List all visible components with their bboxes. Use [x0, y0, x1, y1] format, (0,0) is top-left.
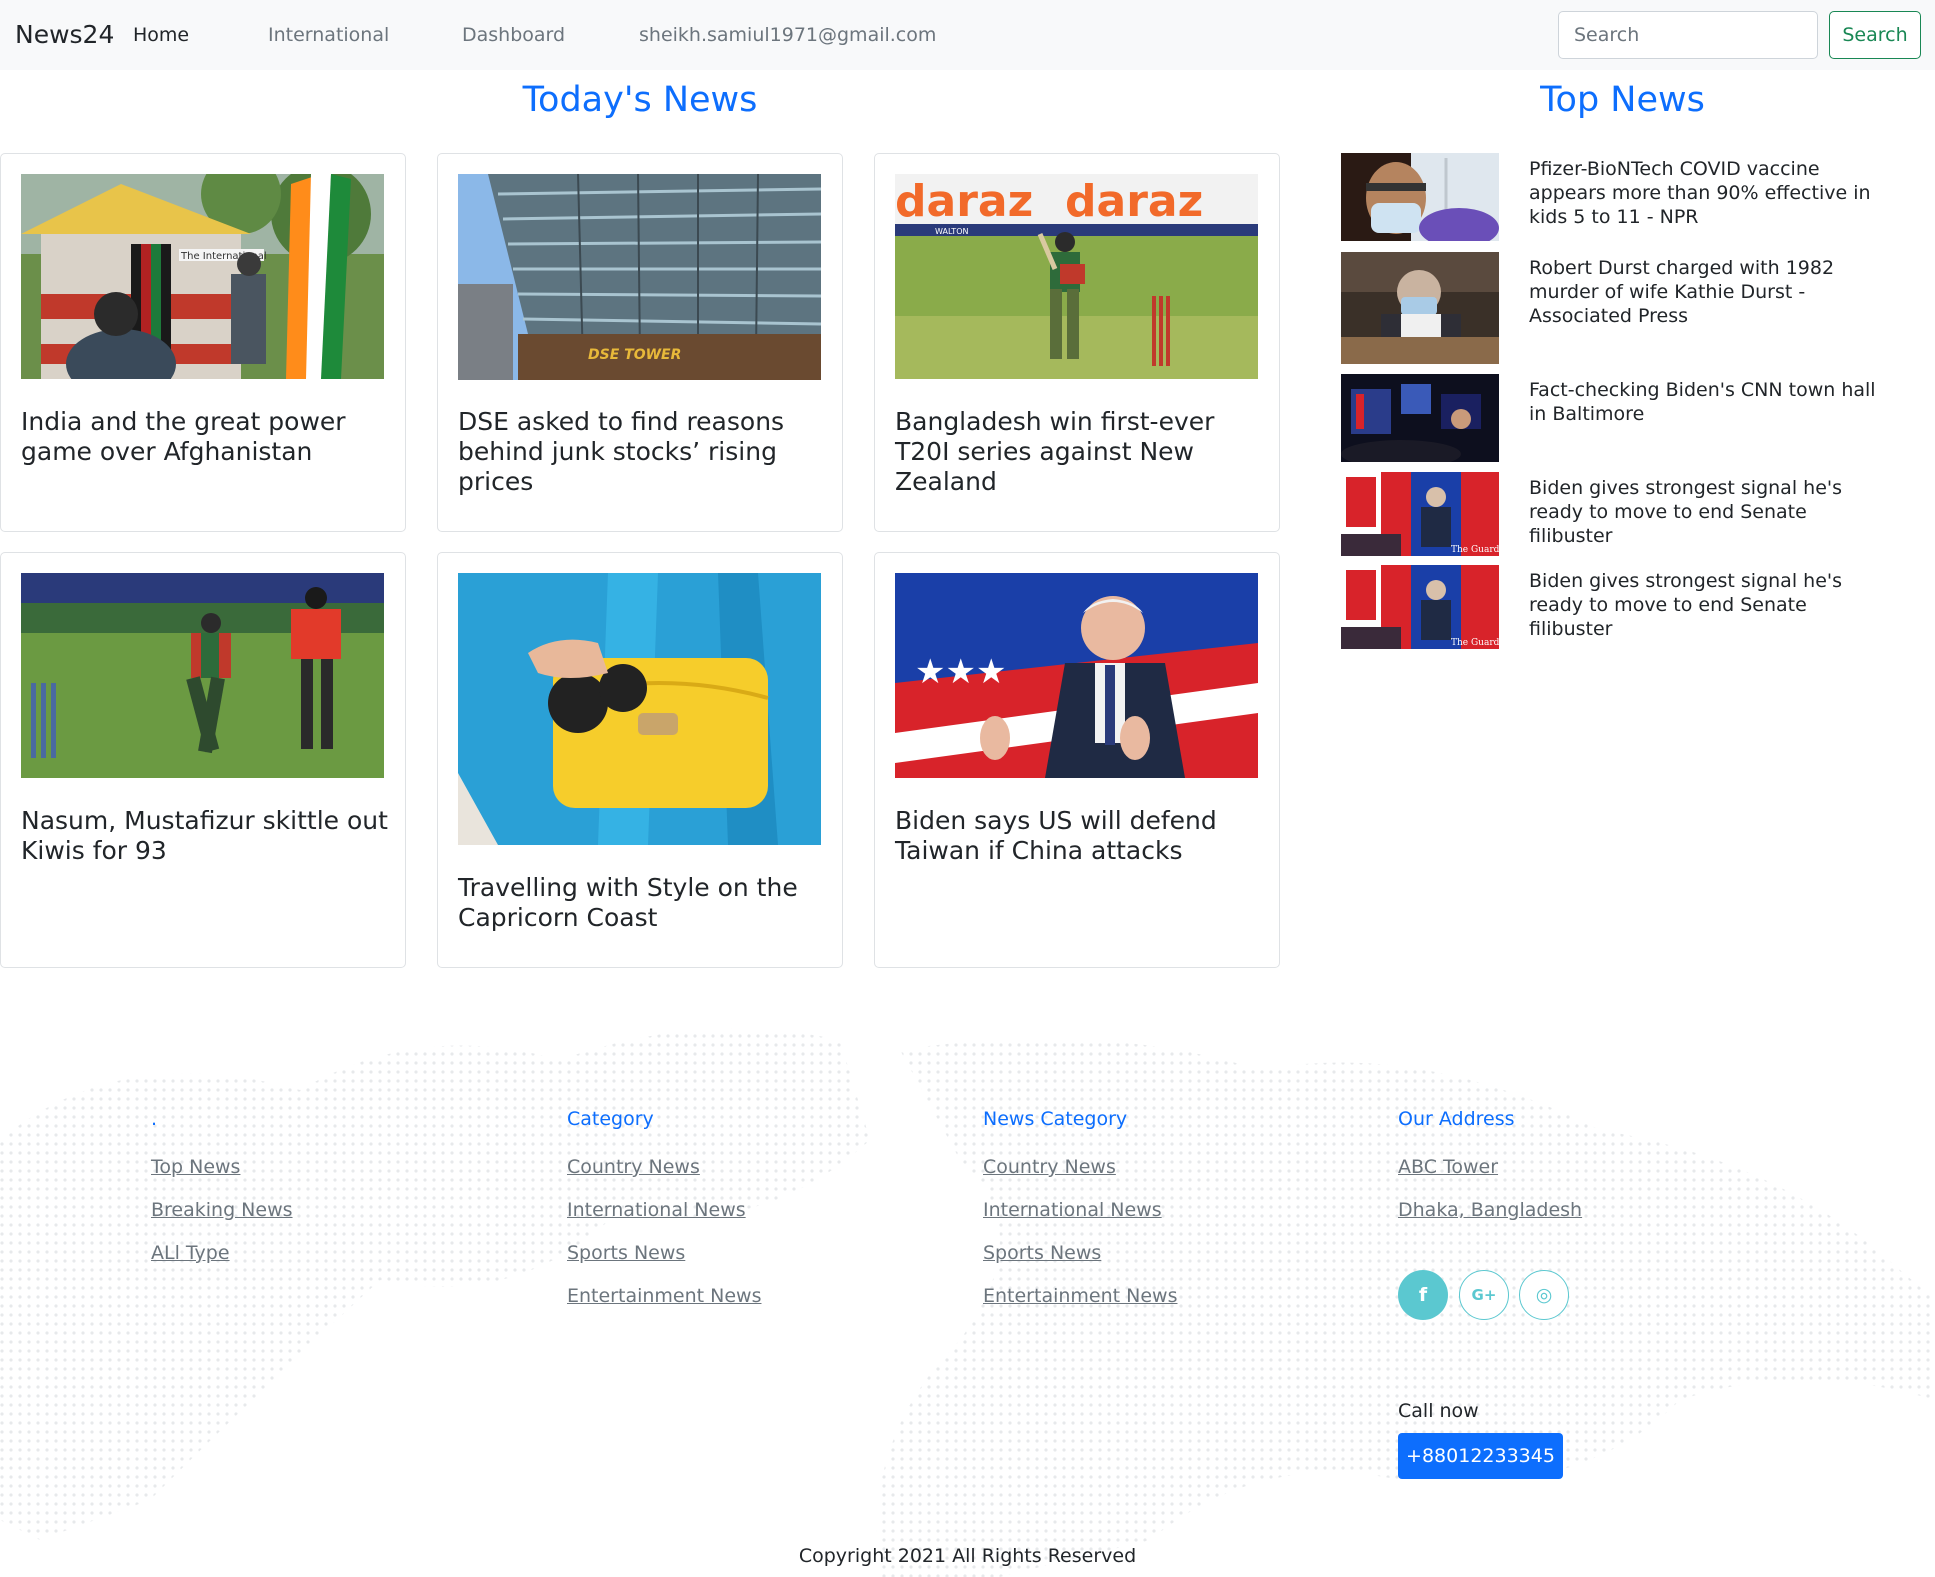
card-title[interactable]: Biden says US will defend Taiwan if Chin…	[895, 806, 1265, 866]
news-card[interactable]: The International India and the great po…	[0, 153, 406, 532]
guardian-logo-text: The Guardian	[1451, 545, 1499, 555]
footer-col-heading: News Category	[983, 1108, 1128, 1130]
footer-col-heading: Category	[567, 1108, 654, 1130]
card-title[interactable]: Nasum, Mustafizur skittle out Kiwis for …	[21, 806, 391, 866]
footer-link-dhaka[interactable]: Dhaka, Bangladesh	[1398, 1198, 1582, 1222]
nav-user-email[interactable]: sheikh.samiul1971@gmail.com	[639, 24, 936, 46]
daraz-logo-text: daraz	[895, 176, 1033, 227]
footer-link-country-news[interactable]: Country News	[567, 1155, 761, 1179]
navbar: News24 Home International Dashboard shei…	[0, 0, 1935, 70]
card-title[interactable]: Bangladesh win first-ever T20I series ag…	[895, 407, 1265, 497]
card-image-cricket-bowler[interactable]	[21, 573, 384, 778]
world-map-dots-background	[0, 1028, 1935, 1577]
card-image-dse-tower[interactable]: DSE TOWER	[458, 174, 821, 380]
footer-link-international-news[interactable]: International News	[983, 1198, 1177, 1222]
top-news-title[interactable]: Fact-checking Biden's CNN town hall in B…	[1529, 378, 1879, 426]
search-button[interactable]: Search	[1829, 11, 1921, 59]
card-title[interactable]: Travelling with Style on the Capricorn C…	[458, 873, 828, 933]
guardian-logo-text: The Guardian	[1451, 638, 1499, 648]
card-title[interactable]: India and the great power game over Afgh…	[21, 407, 391, 467]
instagram-icon[interactable]: ◎	[1519, 1270, 1569, 1320]
footer-link-top-news[interactable]: Top News	[151, 1155, 293, 1179]
nav-international[interactable]: International	[268, 24, 389, 46]
footer-link-breaking-news[interactable]: Breaking News	[151, 1198, 293, 1222]
google-plus-icon[interactable]: G+	[1459, 1270, 1509, 1320]
top-news-item[interactable]: Pfizer-BioNTech COVID vaccine appears mo…	[1341, 153, 1901, 243]
facebook-icon[interactable]: f	[1398, 1270, 1448, 1320]
card-image-yellow-handbag[interactable]	[458, 573, 821, 845]
top-news-title[interactable]: Biden gives strongest signal he's ready …	[1529, 569, 1879, 641]
top-news-thumb-biden-guardian[interactable]: The Guardian	[1341, 472, 1499, 556]
footer-col-category: Category Country News International News…	[567, 1108, 761, 1308]
dse-sign-text: DSE TOWER	[588, 347, 681, 363]
footer-link-entertainment-news[interactable]: Entertainment News	[567, 1284, 761, 1308]
daraz-logo-text-2: daraz	[1065, 176, 1203, 227]
news-card[interactable]: DSE TOWER DSE asked to find reasons behi…	[437, 153, 843, 532]
top-news-item[interactable]: The Guardian Biden gives strongest signa…	[1341, 565, 1901, 649]
search-input[interactable]	[1558, 11, 1818, 59]
footer-link-all-type[interactable]: ALl Type	[151, 1241, 293, 1265]
top-news-thumb-biden-guardian[interactable]: The Guardian	[1341, 565, 1499, 649]
footer-col-news-category: News Category Country News International…	[983, 1108, 1177, 1308]
top-news-title: Top News	[1540, 80, 1705, 120]
footer-link-sports-news[interactable]: Sports News	[983, 1241, 1177, 1265]
top-news-item[interactable]: The Guardian Biden gives strongest signa…	[1341, 472, 1901, 556]
footer-link-abc-tower[interactable]: ABC Tower	[1398, 1155, 1582, 1179]
card-image-cricket-batsman[interactable]: daraz daraz WALTON	[895, 174, 1258, 379]
news-card[interactable]: Nasum, Mustafizur skittle out Kiwis for …	[0, 552, 406, 968]
walton-banner-text: WALTON	[935, 227, 968, 236]
card-image-afghanistan[interactable]: The International	[21, 174, 384, 379]
footer-col-quick-links: . Top News Breaking News ALl Type	[151, 1108, 293, 1265]
call-phone-button[interactable]: +88012233345	[1398, 1433, 1563, 1479]
card-title[interactable]: DSE asked to find reasons behind junk st…	[458, 407, 828, 497]
svg-text:★★★: ★★★	[915, 652, 1006, 692]
call-now-label: Call now	[1398, 1400, 1479, 1422]
footer-col-heading: .	[151, 1108, 158, 1130]
todays-news-title: Today's News	[522, 80, 758, 120]
top-news-title[interactable]: Robert Durst charged with 1982 murder of…	[1529, 256, 1879, 328]
top-news-title[interactable]: Pfizer-BioNTech COVID vaccine appears mo…	[1529, 157, 1879, 229]
footer-col-address: Our Address ABC Tower Dhaka, Bangladesh	[1398, 1108, 1582, 1222]
footer-col-heading: Our Address	[1398, 1108, 1515, 1130]
top-news-item[interactable]: Fact-checking Biden's CNN town hall in B…	[1341, 374, 1901, 464]
news-card[interactable]: daraz daraz WALTON Bangladesh win first-…	[874, 153, 1280, 532]
footer-link-entertainment-news[interactable]: Entertainment News	[983, 1284, 1177, 1308]
nav-home[interactable]: Home	[133, 24, 189, 46]
top-news-thumb-townhall[interactable]	[1341, 374, 1499, 462]
nav-dashboard[interactable]: Dashboard	[462, 24, 565, 46]
top-news-item[interactable]: Robert Durst charged with 1982 murder of…	[1341, 252, 1901, 364]
copyright-text: Copyright 2021 All Rights Reserved	[798, 1545, 1137, 1567]
top-news-thumb-vaccine[interactable]	[1341, 153, 1499, 241]
top-news-title[interactable]: Biden gives strongest signal he's ready …	[1529, 476, 1879, 548]
brand-logo[interactable]: News24	[15, 20, 114, 49]
news-card[interactable]: ★★★ Biden says US will defend Taiwan if …	[874, 552, 1280, 968]
footer-link-international-news[interactable]: International News	[567, 1198, 761, 1222]
top-news-thumb-durst[interactable]	[1341, 252, 1499, 364]
footer-link-sports-news[interactable]: Sports News	[567, 1241, 761, 1265]
footer-link-country-news[interactable]: Country News	[983, 1155, 1177, 1179]
news-card[interactable]: Travelling with Style on the Capricorn C…	[437, 552, 843, 968]
footer: . Top News Breaking News ALl Type Catego…	[0, 980, 1935, 1577]
card-image-biden[interactable]: ★★★	[895, 573, 1258, 778]
